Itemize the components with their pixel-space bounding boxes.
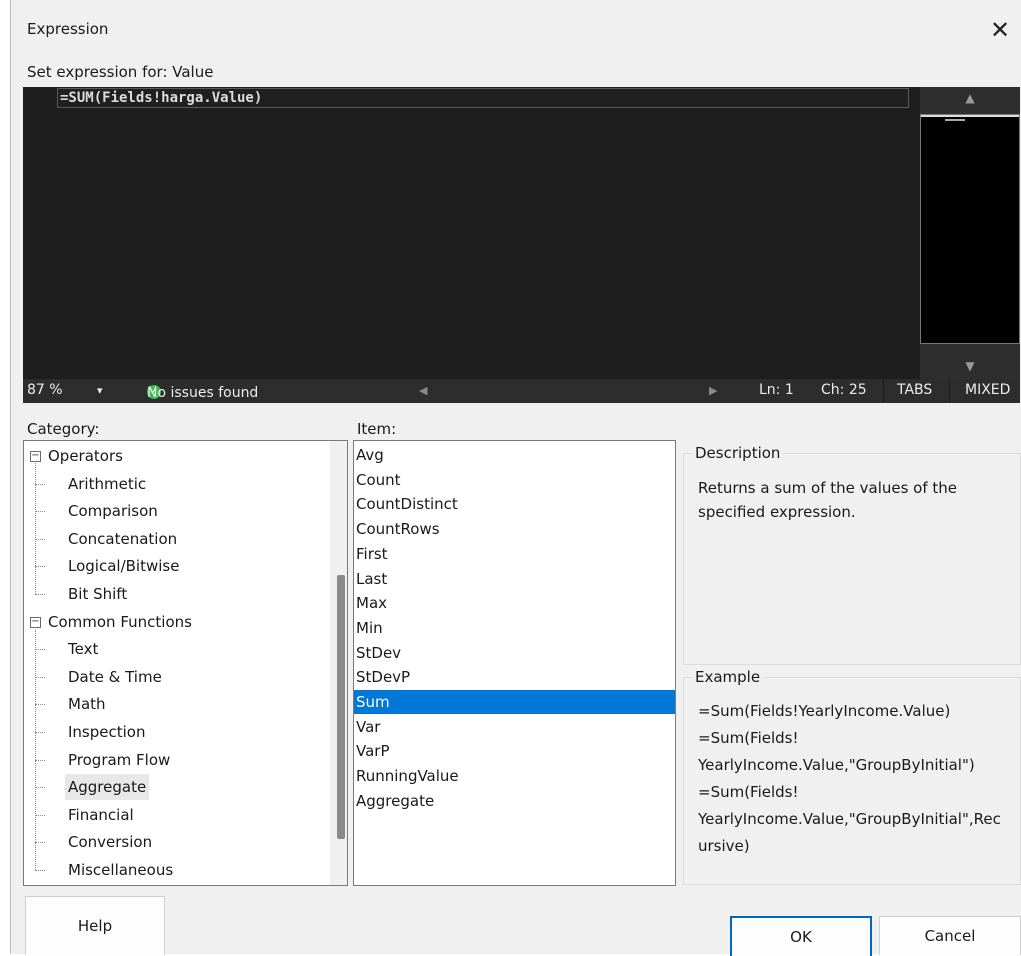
expression-dialog: Expression ✕ Set expression for: Value =… — [10, 0, 1021, 956]
zoom-level[interactable]: 87 % — [27, 382, 63, 398]
description-title: Description — [692, 444, 784, 462]
category-item[interactable]: Comparison — [68, 498, 158, 524]
example-text: =Sum(Fields!YearlyIncome.Value) =Sum(Fiel… — [698, 698, 1014, 860]
item-label: Item: — [357, 420, 397, 438]
category-item[interactable]: Aggregate — [65, 774, 150, 801]
example-line: YearlyIncome.Value,"GroupByInitial") — [698, 756, 975, 774]
item-list-entry[interactable]: RunningValue — [354, 764, 675, 788]
tree-connector — [35, 704, 45, 706]
item-list-entry[interactable]: Min — [354, 616, 675, 640]
category-item[interactable]: Text — [68, 636, 98, 662]
item-list-entry[interactable]: StDev — [354, 641, 675, 665]
item-list-entry[interactable]: Max — [354, 591, 675, 615]
category-item[interactable]: Miscellaneous — [68, 857, 173, 883]
char-number: Ch: 25 — [821, 382, 867, 398]
title-bar: Expression ✕ — [11, 0, 1021, 50]
description-text: Returns a sum of the values of the speci… — [698, 479, 958, 521]
category-item[interactable]: Arithmetic — [68, 471, 146, 497]
cancel-button[interactable]: Cancel — [879, 916, 1021, 955]
help-button[interactable]: Help — [25, 896, 165, 955]
category-item[interactable]: Financial — [68, 802, 134, 828]
item-list-entry[interactable]: StDevP — [354, 665, 675, 689]
category-item[interactable]: Program Flow — [68, 747, 170, 773]
tree-connector — [35, 461, 36, 594]
tree-connector — [35, 870, 45, 871]
example-line: =Sum(Fields! — [698, 729, 799, 747]
tree-connector — [35, 676, 45, 678]
scroll-up-arrow-icon[interactable]: ▲ — [920, 87, 1020, 109]
tree-connector — [35, 787, 45, 789]
item-list-entry[interactable]: Count — [354, 468, 675, 492]
example-line: =Sum(Fields!YearlyIncome.Value) — [698, 702, 951, 720]
status-separator — [949, 379, 950, 403]
line-ending-indicator[interactable]: MIXED — [965, 382, 1010, 398]
minimap-code-line — [945, 119, 965, 121]
example-line: =Sum(Fields! — [698, 783, 799, 801]
tree-connector — [35, 594, 45, 595]
category-group[interactable]: Operators — [48, 443, 123, 469]
tabs-indicator[interactable]: TABS — [897, 382, 932, 398]
item-list-entry[interactable]: CountDistinct — [354, 492, 675, 516]
tree-connector — [35, 732, 45, 733]
category-group[interactable]: Common Functions — [48, 609, 192, 635]
example-group: Example =Sum(Fields!YearlyIncome.Value) =… — [683, 668, 1021, 885]
tree-connector — [35, 759, 45, 761]
status-separator — [883, 379, 884, 403]
line-number: Ln: 1 — [759, 382, 794, 398]
expression-label: Set expression for: Value — [27, 63, 214, 81]
example-line: ursive) — [698, 837, 750, 855]
editor-vertical-scrollbar[interactable]: ▲ ▼ — [920, 87, 1020, 379]
item-list-entry[interactable]: VarP — [354, 739, 675, 763]
category-item[interactable]: Math — [68, 691, 106, 717]
editor-status-bar: 87 % ▾ ✓ No issues found ◀ ▶ Ln: 1 Ch: 25… — [23, 379, 1020, 403]
item-list[interactable]: Avg Count CountDistinct CountRows First Last M… — [353, 440, 676, 886]
category-item[interactable]: Logical/Bitwise — [68, 553, 179, 579]
dialog-title: Expression — [27, 20, 109, 38]
category-item[interactable]: Date & Time — [68, 664, 162, 690]
scroll-left-arrow-icon[interactable]: ◀ — [419, 384, 427, 397]
expression-code[interactable]: =SUM(Fields!harga.Value) — [60, 89, 262, 107]
description-group: Description Returns a sum of the values … — [683, 444, 1021, 665]
item-list-entry[interactable]: Var — [354, 715, 675, 739]
issues-status-text: No issues found — [147, 385, 259, 401]
category-item[interactable]: Bit Shift — [68, 581, 127, 607]
tree-connector — [35, 538, 45, 540]
category-tree[interactable]: − Operators Arithmetic Comparison Concatenat… — [23, 440, 348, 886]
tree-connector — [35, 649, 45, 651]
current-line-highlight: =SUM(Fields!harga.Value) — [57, 88, 909, 108]
category-scrollbar-thumb[interactable] — [337, 575, 345, 839]
category-item[interactable]: Inspection — [68, 719, 145, 745]
close-icon: ✕ — [989, 16, 1011, 44]
tree-connector — [35, 483, 45, 485]
tree-connector — [35, 511, 45, 513]
category-label: Category: — [27, 420, 100, 438]
zoom-dropdown-icon[interactable]: ▾ — [97, 384, 103, 397]
editor-minimap[interactable] — [920, 114, 1020, 344]
tree-connector — [35, 626, 36, 870]
minimap-viewport-indicator — [921, 115, 1019, 117]
tree-connector — [35, 566, 45, 568]
ok-button[interactable]: OK — [730, 916, 872, 956]
category-scrollbar[interactable] — [330, 441, 347, 885]
scroll-right-arrow-icon[interactable]: ▶ — [709, 384, 717, 397]
item-list-entry[interactable]: First — [354, 542, 675, 566]
close-button[interactable]: ✕ — [978, 8, 1021, 52]
scroll-down-arrow-icon[interactable]: ▼ — [920, 355, 1020, 377]
category-item[interactable]: Conversion — [68, 829, 152, 855]
item-list-entry[interactable]: Avg — [354, 443, 675, 467]
example-title: Example — [692, 668, 764, 686]
tree-connector — [35, 814, 45, 816]
item-list-entry[interactable]: CountRows — [354, 517, 675, 541]
item-list-entry[interactable]: Sum — [354, 690, 675, 714]
tree-connector — [35, 842, 45, 844]
expression-editor[interactable]: =SUM(Fields!harga.Value) ▲ ▼ — [23, 87, 1020, 379]
category-item[interactable]: Concatenation — [68, 526, 177, 552]
example-line: YearlyIncome.Value,"GroupByInitial",Rec — [698, 810, 1001, 828]
item-list-entry[interactable]: Last — [354, 567, 675, 591]
item-list-entry[interactable]: Aggregate — [354, 789, 675, 813]
